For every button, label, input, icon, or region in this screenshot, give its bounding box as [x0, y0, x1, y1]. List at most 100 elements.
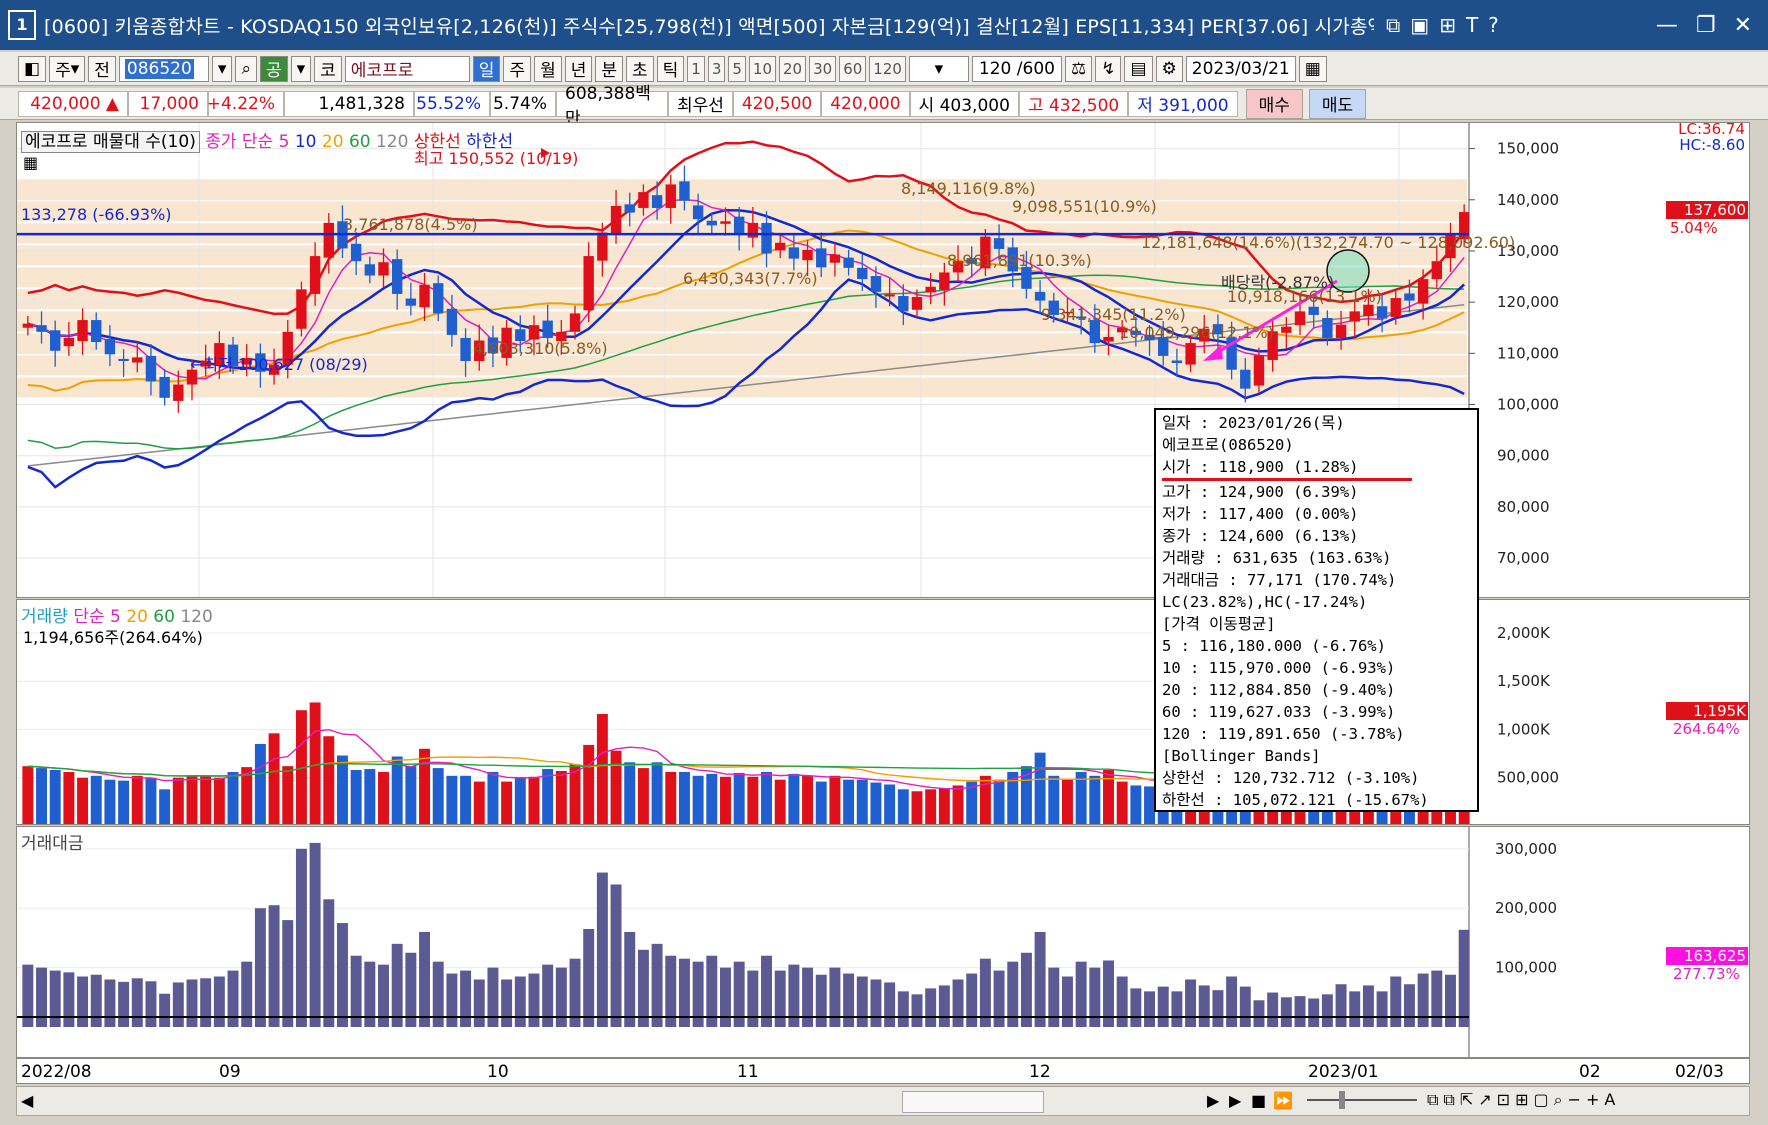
amount-bar [897, 991, 909, 1027]
search-icon[interactable]: ⌕ [235, 55, 257, 82]
volume-profile-band [17, 179, 1467, 200]
legend-title[interactable]: 에코프로 매물대 수(10) [21, 131, 200, 153]
play-icon[interactable]: ▶ [1229, 1091, 1241, 1110]
volume-bar [884, 784, 896, 824]
candle-body [1376, 306, 1388, 319]
period-tick-tab[interactable]: 틱 [656, 55, 685, 82]
panel-toggle-icon[interactable]: ◧ [18, 55, 47, 82]
stock-name-field[interactable]: 에코프로 [344, 55, 470, 82]
code-dropdown-button[interactable]: ▾ [211, 55, 233, 82]
amount-pct: 277.73% [1673, 965, 1740, 983]
amount-bar [405, 952, 417, 1027]
amount-bar [528, 973, 540, 1027]
volume-bar [747, 776, 759, 824]
interval-3-button[interactable]: 3 [707, 55, 726, 82]
price-chart-pane[interactable]: 150,000 140,000 130,000 120,000 110,000 100,0… [16, 122, 1750, 598]
volume-bar [268, 733, 280, 824]
candle-body [104, 338, 116, 355]
amount-bar [1321, 994, 1333, 1027]
volume-bar [624, 762, 636, 824]
stock-code-input[interactable]: 086520 [118, 55, 209, 82]
volume-chart-pane[interactable]: 2,000K 1,500K 1,000K 500,000 거래량 단순 5 20 60… [16, 599, 1750, 825]
amount-bar [856, 976, 868, 1027]
amount-bar [254, 908, 266, 1027]
data-count-field[interactable]: 120 /600 [971, 55, 1062, 82]
amount-bar [514, 976, 526, 1027]
period-day-tab[interactable]: 일 [472, 55, 501, 82]
table-icon[interactable]: ▦ [23, 153, 38, 172]
volume-bar [610, 750, 622, 824]
candle-body [1431, 261, 1442, 280]
volume-bar [678, 771, 690, 824]
fast-forward-icon[interactable]: ⏩ [1273, 1091, 1293, 1110]
zoom-slider-handle[interactable] [1339, 1091, 1345, 1109]
trade-volume: 1,481,328 [284, 90, 414, 117]
candle-body [364, 264, 376, 276]
zoom-slider[interactable] [1307, 1099, 1417, 1101]
indicator-icon[interactable]: ↯ [1095, 55, 1122, 82]
volume-bar [1061, 779, 1073, 824]
y-tick-label: 110,000 [1497, 344, 1559, 362]
amount-bar [118, 981, 130, 1027]
vp-label-2: 9,098,551(10.9%) [1012, 197, 1157, 216]
scroll-right-icon[interactable]: ▶ [1207, 1091, 1219, 1110]
minimize-button[interactable]: — [1656, 13, 1678, 38]
date-field[interactable]: 2023/03/21 [1185, 55, 1296, 82]
candle-body [460, 337, 471, 361]
close-button[interactable]: ✕ [1734, 13, 1752, 38]
volume-bar [1048, 775, 1060, 824]
interval-1-button[interactable]: 1 [687, 55, 705, 82]
volume-ratio: 55.52% [414, 90, 490, 117]
scroll-left-icon[interactable]: ◀ [21, 1091, 33, 1110]
amount-bar [1445, 974, 1456, 1027]
volume-last-value: 1,194,656주(264.64%) [23, 628, 203, 647]
gong-dropdown-button[interactable]: ▾ [290, 55, 312, 82]
interval-30-button[interactable]: 30 [809, 55, 837, 82]
scroll-thumb[interactable] [902, 1091, 1044, 1113]
help-icon[interactable]: ? [1488, 13, 1499, 37]
font-icon[interactable]: T [1466, 13, 1478, 37]
period-month-tab[interactable]: 월 [534, 55, 562, 82]
layout-icon[interactable]: ⊞ [1439, 13, 1456, 37]
amount-chart-svg[interactable]: 300,000 200,000 100,000 [17, 827, 1750, 1058]
amount-bar [1349, 991, 1361, 1027]
interval-dropdown[interactable]: ▾ [908, 55, 969, 82]
amount-chart-pane[interactable]: 300,000 200,000 100,000 거래대금 163,625 277.7… [16, 826, 1750, 1058]
candle-body [939, 272, 950, 290]
candle-body [77, 320, 88, 342]
volume-bar [1130, 785, 1142, 824]
volume-chart-svg[interactable]: 2,000K 1,500K 1,000K 500,000 [17, 600, 1750, 825]
chart-tool-icons[interactable]: ⧉⧉⇱↗⊡⊞▢⌕−+A [1427, 1090, 1620, 1110]
interval-20-button[interactable]: 20 [779, 55, 807, 82]
tooltip-line: 상한선 : 120,732.712 (-3.10%) [1162, 769, 1420, 787]
interval-120-button[interactable]: 120 [869, 55, 906, 82]
stop-icon[interactable]: ■ [1251, 1091, 1266, 1110]
save-icon[interactable]: ▤ [1124, 55, 1153, 82]
interval-10-button[interactable]: 10 [748, 55, 777, 82]
interval-60-button[interactable]: 60 [839, 55, 867, 82]
chart-scrollbar[interactable]: ◀ ▶ ▶ ■ ⏩ ⧉⧉⇱↗⊡⊞▢⌕−+A [16, 1086, 1750, 1116]
period-week-tab[interactable]: 주 [503, 55, 532, 82]
link-icon[interactable]: ⧉ [1386, 13, 1400, 37]
settings-icon[interactable]: ⚙ [1155, 55, 1183, 82]
sell-button[interactable]: 매도 [1308, 88, 1367, 119]
gong-button[interactable]: 공 [259, 55, 288, 82]
candle-body [159, 376, 170, 398]
buy-button[interactable]: 매수 [1245, 88, 1303, 119]
calendar-icon[interactable]: ▦ [1298, 55, 1327, 82]
candle-body [925, 286, 936, 293]
amount-bar [1130, 988, 1142, 1027]
all-button[interactable]: 전 [88, 55, 116, 82]
tooltip-line: 거래대금 : 77,171 (170.74%) [1162, 571, 1397, 589]
interval-5-button[interactable]: 5 [728, 55, 746, 82]
volume-bar [49, 770, 61, 824]
amount-bar [1403, 984, 1415, 1027]
candle-body [583, 256, 594, 311]
market-select[interactable]: 주 ▾ [49, 55, 86, 82]
copy-icon[interactable]: ▣ [1410, 13, 1429, 37]
restore-button[interactable]: ❐ [1696, 13, 1716, 38]
compare-icon[interactable]: ⚖ [1064, 55, 1093, 82]
candle-body [118, 358, 129, 361]
amount-bar [487, 967, 499, 1027]
max-price-label: 최고 150,552 (10/19) [414, 149, 579, 168]
